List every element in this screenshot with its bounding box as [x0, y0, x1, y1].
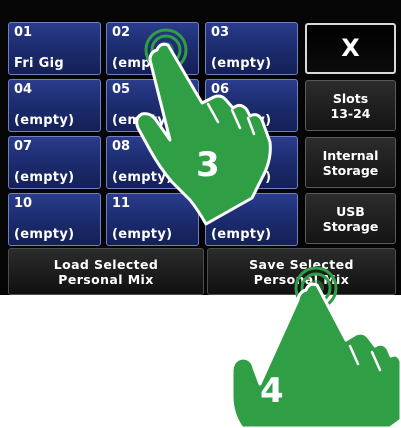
- slot-number: 06: [211, 82, 230, 97]
- slot-01[interactable]: 01 Fri Gig: [8, 22, 101, 75]
- slot-number: 10: [14, 196, 33, 211]
- slot-name: (empty): [14, 113, 75, 128]
- slots-13-24-button[interactable]: Slots 13-24: [305, 80, 396, 131]
- slot-02[interactable]: 02 (empty): [106, 22, 199, 75]
- slot-10[interactable]: 10 (empty): [8, 193, 101, 246]
- slot-name: Fri Gig: [14, 56, 64, 71]
- slot-number: 07: [14, 139, 33, 154]
- slot-04[interactable]: 04 (empty): [8, 79, 101, 132]
- load-selected-personal-mix-button[interactable]: Load Selected Personal Mix: [8, 248, 204, 295]
- slot-number: 08: [112, 139, 131, 154]
- slot-07[interactable]: 07 (empty): [8, 136, 101, 189]
- slot-06[interactable]: 06 (empty): [205, 79, 298, 132]
- slot-name: (empty): [14, 227, 75, 242]
- slot-name: (empty): [112, 113, 173, 128]
- internal-storage-button[interactable]: Internal Storage: [305, 137, 396, 188]
- slot-name: (empty): [14, 170, 75, 185]
- save-selected-personal-mix-button[interactable]: Save Selected Personal Mix: [207, 248, 396, 295]
- slot-number: 01: [14, 25, 33, 40]
- slot-number: 03: [211, 25, 230, 40]
- slot-number: 09: [211, 139, 230, 154]
- slot-name: (empty): [211, 56, 272, 71]
- slot-05[interactable]: 05 (empty): [106, 79, 199, 132]
- slot-08[interactable]: 08 (empty): [106, 136, 199, 189]
- usb-storage-button[interactable]: USB Storage: [305, 193, 396, 244]
- slot-name: (empty): [211, 227, 272, 242]
- slot-name: (empty): [211, 170, 272, 185]
- step-four-label: 4: [260, 371, 284, 411]
- slot-name: (empty): [211, 113, 272, 128]
- slot-09[interactable]: 09 (empty): [205, 136, 298, 189]
- personal-mix-screen: 01 Fri Gig 02 (empty) 03 (empty) 04 (emp…: [0, 0, 401, 295]
- slot-name: (empty): [112, 56, 173, 71]
- slot-03[interactable]: 03 (empty): [205, 22, 298, 75]
- slot-number: 05: [112, 82, 131, 97]
- slot-number: 02: [112, 25, 131, 40]
- slot-number: 12: [211, 196, 230, 211]
- slot-12[interactable]: 12 (empty): [205, 193, 298, 246]
- slot-number: 04: [14, 82, 33, 97]
- slot-number: 11: [112, 196, 131, 211]
- slot-11[interactable]: 11 (empty): [106, 193, 199, 246]
- close-button[interactable]: X: [305, 23, 396, 74]
- slot-name: (empty): [112, 170, 173, 185]
- slot-name: (empty): [112, 227, 173, 242]
